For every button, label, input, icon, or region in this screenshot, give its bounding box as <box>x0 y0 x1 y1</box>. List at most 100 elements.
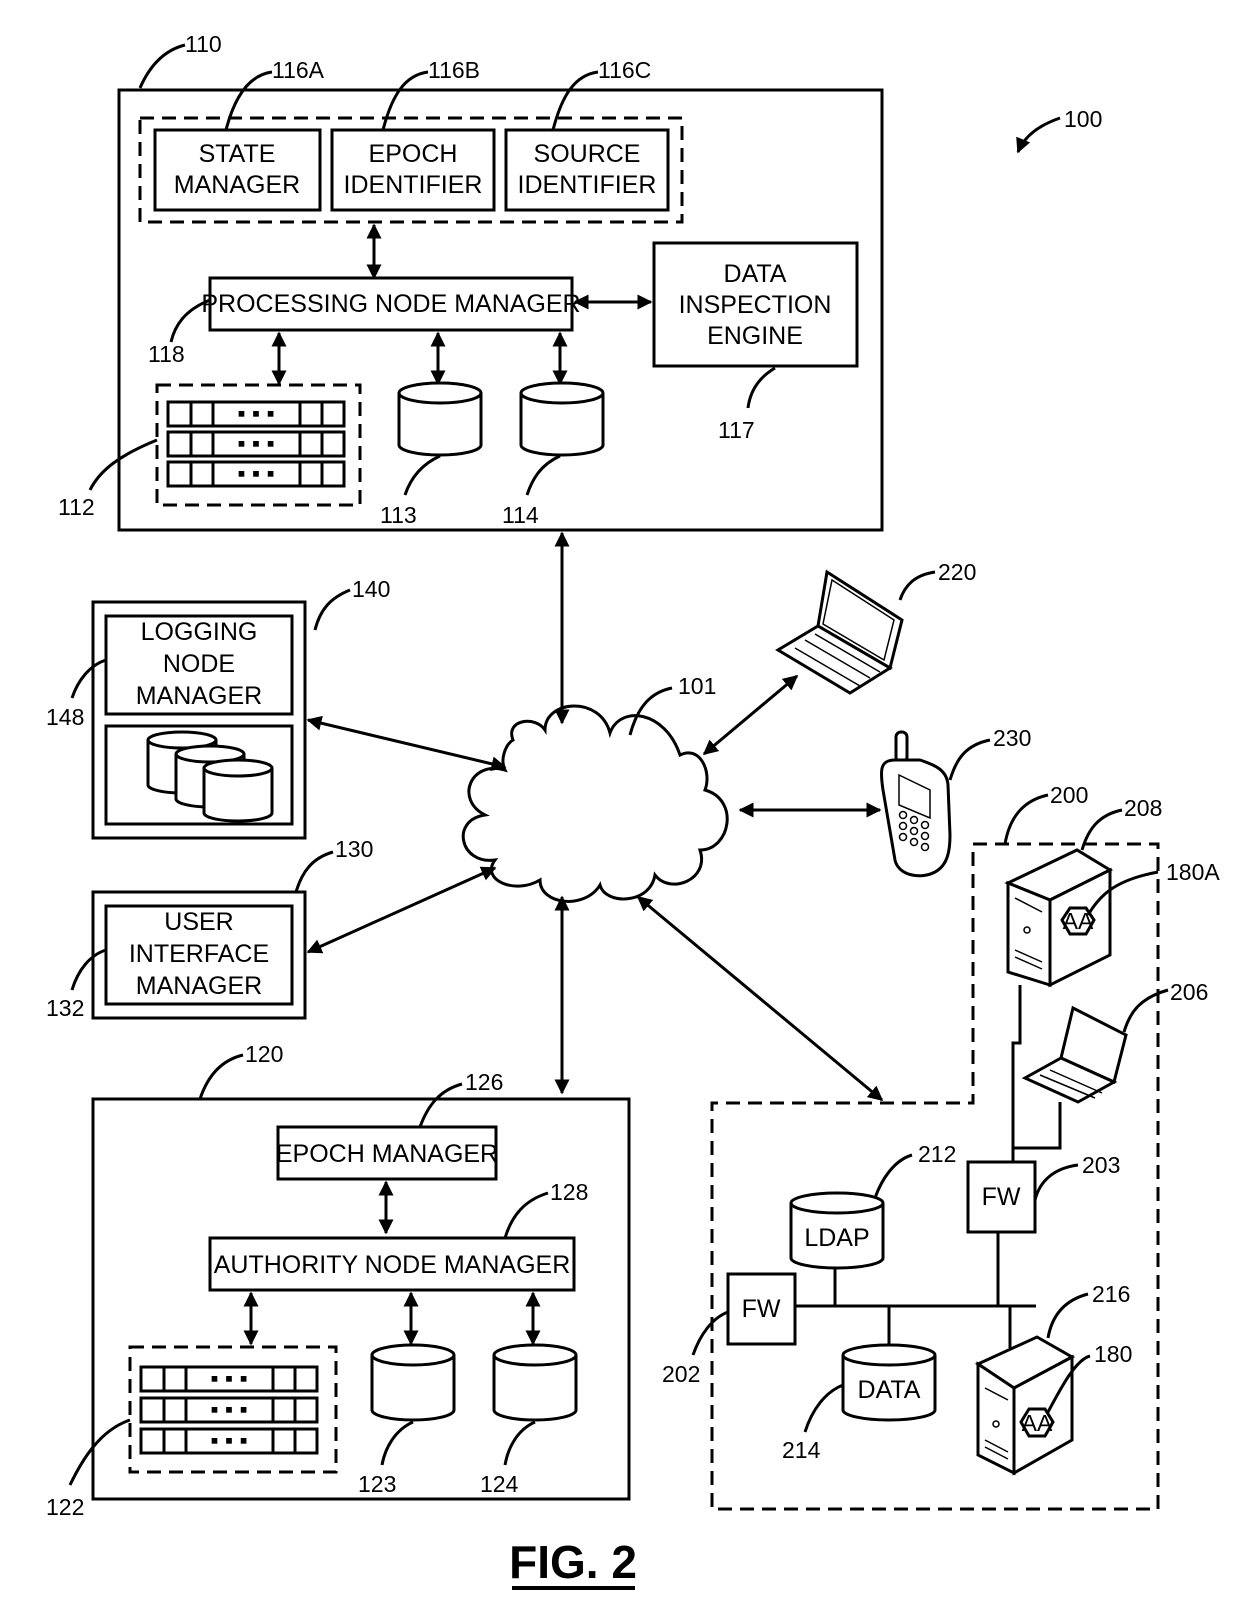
ref-116c: 116C <box>598 57 651 83</box>
logging-node[interactable]: LOGGING NODE MANAGER 140 148 <box>46 576 390 840</box>
ref-212: 212 <box>918 1141 956 1167</box>
server-208[interactable]: AA <box>1004 848 1114 988</box>
ref-110: 110 <box>185 31 222 57</box>
ref-124: 124 <box>480 1471 519 1497</box>
database-124[interactable] <box>492 1343 578 1422</box>
wire-laptop206 <box>1013 1102 1062 1150</box>
svg-text:ENGINE: ENGINE <box>707 322 803 350</box>
svg-text:DATA: DATA <box>724 260 787 288</box>
database-114[interactable] <box>519 381 605 457</box>
svg-text:SOURCE: SOURCE <box>534 140 641 168</box>
firewall-202[interactable]: FW <box>726 1272 797 1346</box>
ref-leader-216 <box>1046 1292 1089 1339</box>
svg-text:USER: USER <box>164 908 233 936</box>
svg-text:EPOCH: EPOCH <box>369 140 458 168</box>
connector-logging-cloud <box>306 715 507 772</box>
phone-antenna <box>894 730 909 764</box>
ref-202: 202 <box>662 1361 700 1387</box>
svg-text:IDENTIFIER: IDENTIFIER <box>344 171 483 199</box>
svg-text:INSPECTION: INSPECTION <box>679 291 832 319</box>
server-216[interactable]: AA <box>974 1335 1076 1476</box>
svg-text:▪ ▪ ▪: ▪ ▪ ▪ <box>210 1427 247 1453</box>
ref-101: 101 <box>678 673 716 699</box>
svg-text:LOGGING: LOGGING <box>141 618 258 646</box>
authority-node-manager[interactable]: AUTHORITY NODE MANAGER <box>208 1236 576 1292</box>
ref-leader-140 <box>313 588 351 631</box>
ref-132: 132 <box>46 995 84 1021</box>
svg-text:▪ ▪ ▪: ▪ ▪ ▪ <box>237 460 274 486</box>
epoch-identifier[interactable]: EPOCH IDENTIFIER <box>330 128 496 212</box>
ref-216: 216 <box>1092 1281 1130 1307</box>
svg-text:PROCESSING NODE MANAGER: PROCESSING NODE MANAGER <box>201 290 580 318</box>
processing-node-manager[interactable]: PROCESSING NODE MANAGER <box>201 276 581 332</box>
rack-unit: ▪ ▪ ▪ <box>166 460 346 488</box>
svg-text:▪ ▪ ▪: ▪ ▪ ▪ <box>210 1365 247 1391</box>
system-ref-label: 100 <box>1064 106 1102 132</box>
svg-text:▪ ▪ ▪: ▪ ▪ ▪ <box>237 400 274 426</box>
ref-123: 123 <box>358 1471 396 1497</box>
ref-leader-120 <box>198 1053 244 1100</box>
wire-server208-fw203 <box>1011 985 1022 1162</box>
phone-body <box>880 758 952 878</box>
svg-text:STATE: STATE <box>199 140 276 168</box>
laptop-220[interactable]: 220 <box>775 559 976 695</box>
ref-200: 200 <box>1050 782 1088 808</box>
ref-116b: 116B <box>428 57 480 83</box>
mobile-phone-230[interactable]: 230 <box>880 725 1031 878</box>
ldap-database-212[interactable]: LDAP <box>789 1191 885 1270</box>
authority-node: 120 EPOCH MANAGER 126 AUTHORITY NODE MAN… <box>46 1041 631 1520</box>
system-ref-arrow <box>1016 116 1061 154</box>
svg-text:INTERFACE: INTERFACE <box>129 940 269 968</box>
epoch-manager[interactable]: EPOCH MANAGER <box>276 1125 498 1181</box>
ref-116a: 116A <box>272 57 325 83</box>
ref-180a: 180A <box>1166 859 1220 885</box>
connector-ui-cloud <box>306 866 497 954</box>
figure-caption: FIG. 2 <box>509 1536 637 1590</box>
svg-text:AA: AA <box>1022 1410 1053 1436</box>
ui-node[interactable]: USER INTERFACE MANAGER 130 132 <box>46 836 373 1021</box>
svg-text:▪ ▪ ▪: ▪ ▪ ▪ <box>237 430 274 456</box>
ref-112: 112 <box>58 494 95 520</box>
ref-leader-230 <box>948 738 991 781</box>
ref-180: 180 <box>1094 1341 1132 1367</box>
ref-leader-110 <box>138 43 186 89</box>
connector-cloud-enterprise <box>636 895 884 1102</box>
server-rack-122[interactable]: ▪ ▪ ▪ ▪ ▪ ▪ ▪ ▪ ▪ <box>128 1345 338 1474</box>
ref-leader-220 <box>898 570 936 601</box>
ref-122: 122 <box>46 1494 84 1520</box>
firewall-203[interactable]: FW <box>966 1160 1037 1234</box>
data-database-214[interactable]: DATA <box>841 1343 937 1422</box>
ref-130: 130 <box>335 836 373 862</box>
server-rack-112[interactable]: ▪ ▪ ▪ ▪ ▪ ▪ ▪ ▪ ▪ <box>155 383 362 507</box>
svg-text:AUTHORITY NODE MANAGER: AUTHORITY NODE MANAGER <box>214 1251 571 1279</box>
ref-120: 120 <box>245 1041 283 1067</box>
svg-text:MANAGER: MANAGER <box>174 171 300 199</box>
source-identifier[interactable]: SOURCE IDENTIFIER <box>504 128 670 212</box>
connector-cloud-laptop <box>702 674 799 756</box>
agent-180[interactable]: AA <box>1019 1407 1055 1438</box>
ref-203: 203 <box>1082 1152 1120 1178</box>
svg-text:LDAP: LDAP <box>804 1224 869 1252</box>
data-inspection-engine[interactable]: DATA INSPECTION ENGINE <box>652 241 859 368</box>
svg-text:FW: FW <box>982 1183 1021 1211</box>
enterprise-network-200: 200 AA 208 180A 206 FW 203 FW 202 LDAP 2… <box>662 782 1220 1511</box>
svg-text:IDENTIFIER: IDENTIFIER <box>518 171 657 199</box>
ref-230: 230 <box>993 725 1031 751</box>
ref-206: 206 <box>1170 979 1208 1005</box>
database-123[interactable] <box>370 1343 456 1422</box>
svg-text:EPOCH MANAGER: EPOCH MANAGER <box>276 1140 498 1168</box>
rack-unit: ▪ ▪ ▪ <box>139 1396 319 1424</box>
rack-unit: ▪ ▪ ▪ <box>139 1365 319 1393</box>
system-diagram: 100 110 STATE MANAGER 116A EPOCH IDENTIF… <box>46 31 1220 1590</box>
ref-128: 128 <box>550 1179 588 1205</box>
svg-text:DATA: DATA <box>858 1376 921 1404</box>
ref-126: 126 <box>465 1069 503 1095</box>
svg-text:▪ ▪ ▪: ▪ ▪ ▪ <box>210 1396 247 1422</box>
laptop-206[interactable] <box>1021 1005 1128 1104</box>
state-manager[interactable]: STATE MANAGER <box>153 128 322 212</box>
ref-113: 113 <box>380 502 417 528</box>
database-113[interactable] <box>397 381 483 457</box>
ref-leader-130 <box>294 850 334 893</box>
network-cloud[interactable]: 101 <box>461 673 729 903</box>
svg-text:MANAGER: MANAGER <box>136 682 262 710</box>
